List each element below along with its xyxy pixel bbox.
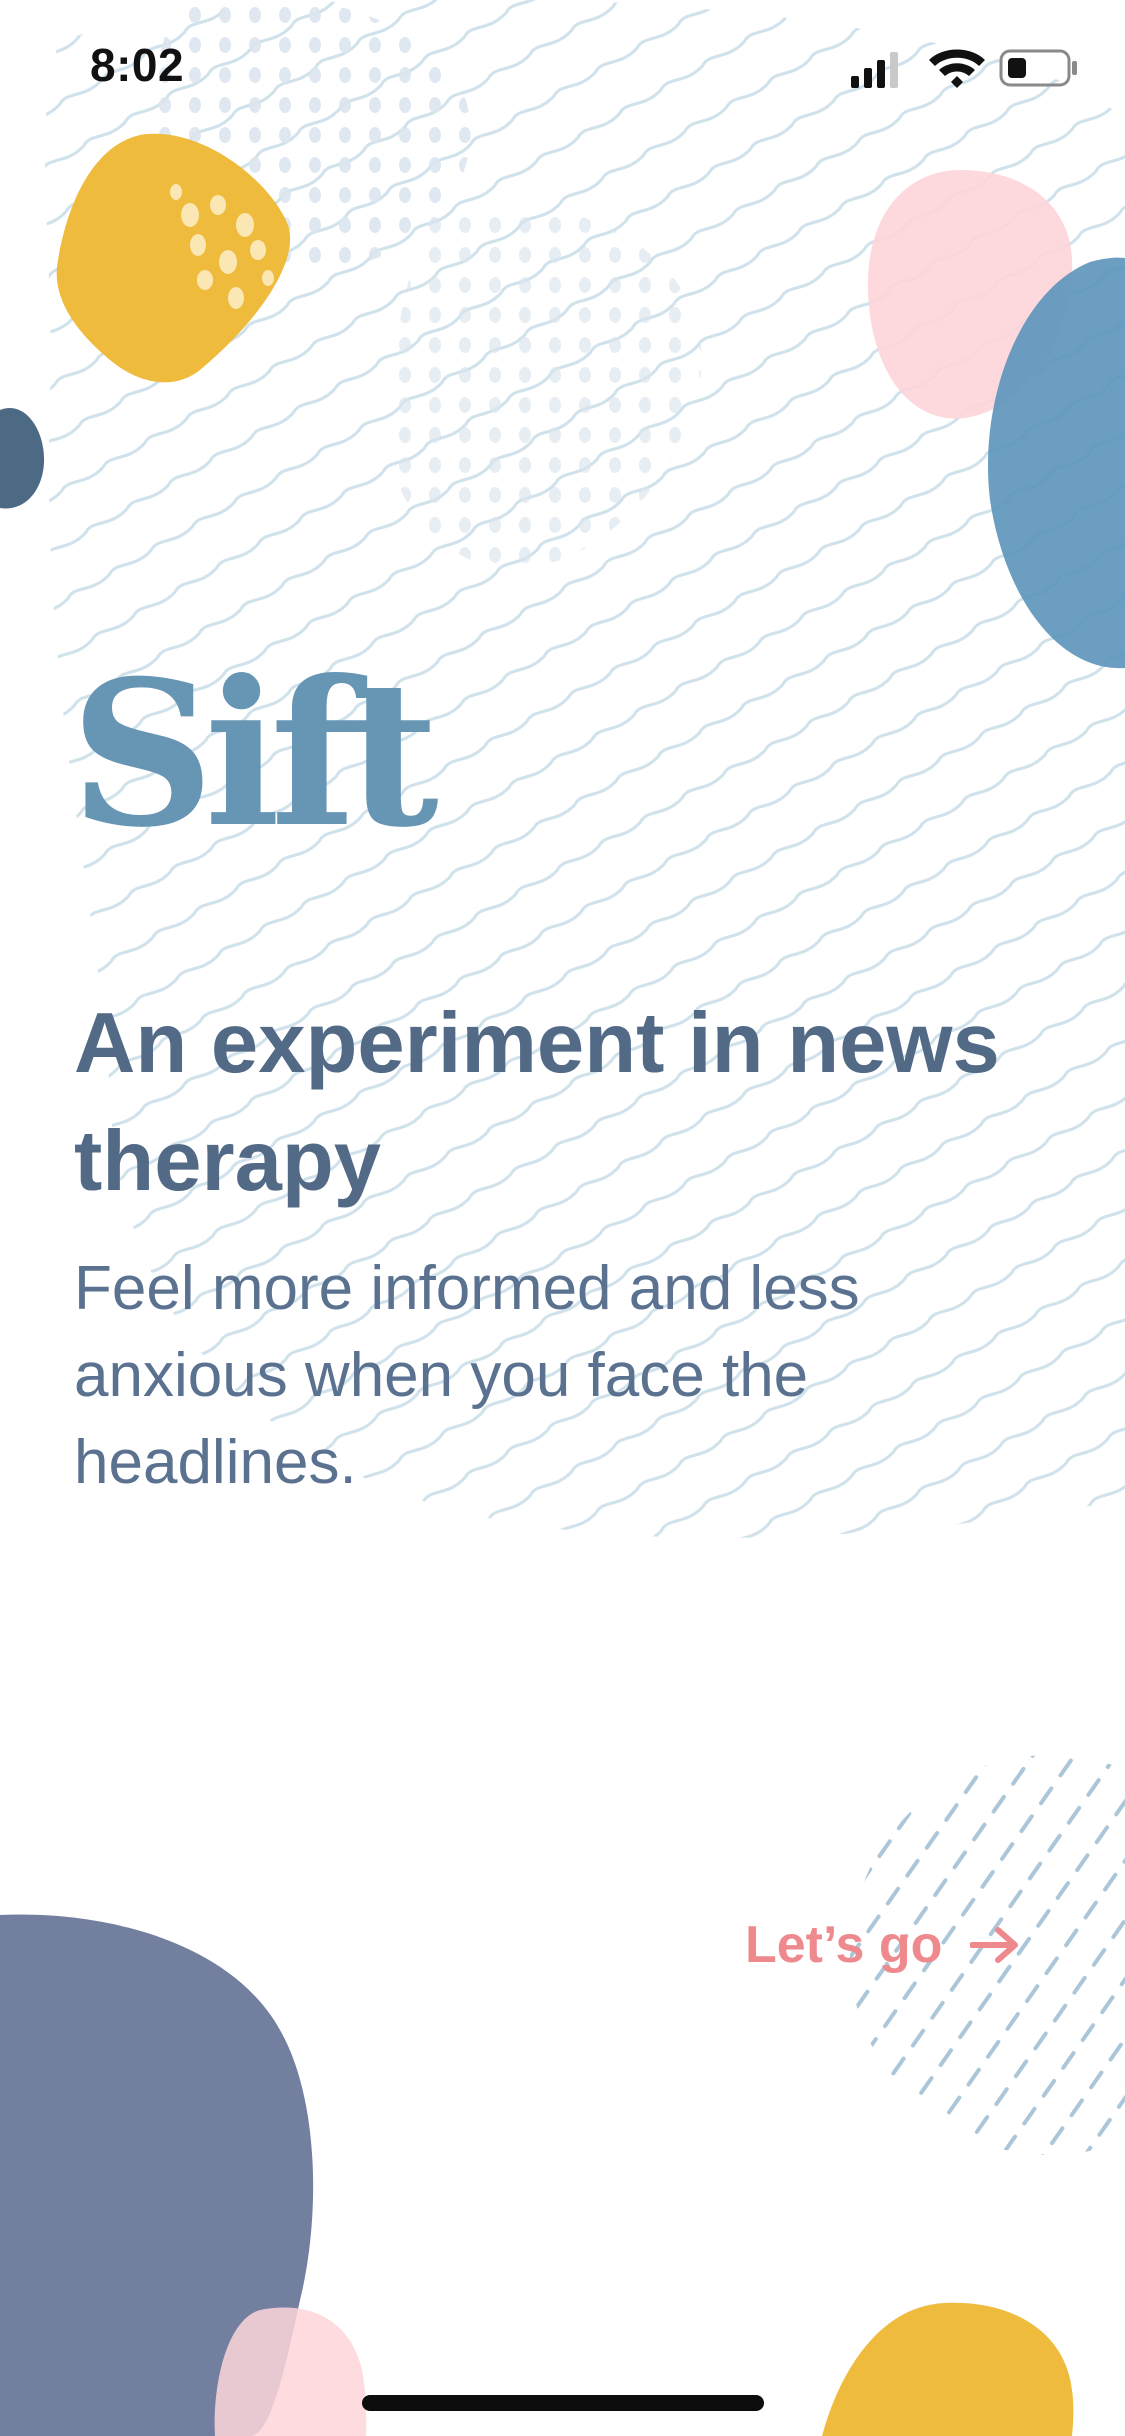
home-indicator[interactable] (362, 2395, 764, 2411)
cellular-signal-icon (851, 52, 898, 88)
page-title: An experiment in news therapy (74, 996, 1000, 1209)
status-time: 8:02 (90, 39, 185, 91)
mustard-blob-bottom (822, 2302, 1074, 2436)
lets-go-label: Let’s go (745, 1916, 943, 1974)
slate-blob (0, 408, 45, 509)
brand-logo: Sift (70, 637, 439, 872)
wifi-icon (929, 49, 985, 88)
page-subtitle: Feel more informed and less anxious when… (74, 1254, 860, 1497)
onboarding-screen: 8:02 Sift An experiment in news therapy … (0, 0, 1125, 2436)
arrow-right-icon (970, 1927, 1019, 1963)
status-icons (851, 49, 1077, 88)
lets-go-button[interactable]: Let’s go (745, 1910, 1020, 1980)
battery-icon (999, 49, 1077, 87)
status-bar: 8:02 (0, 0, 1125, 140)
